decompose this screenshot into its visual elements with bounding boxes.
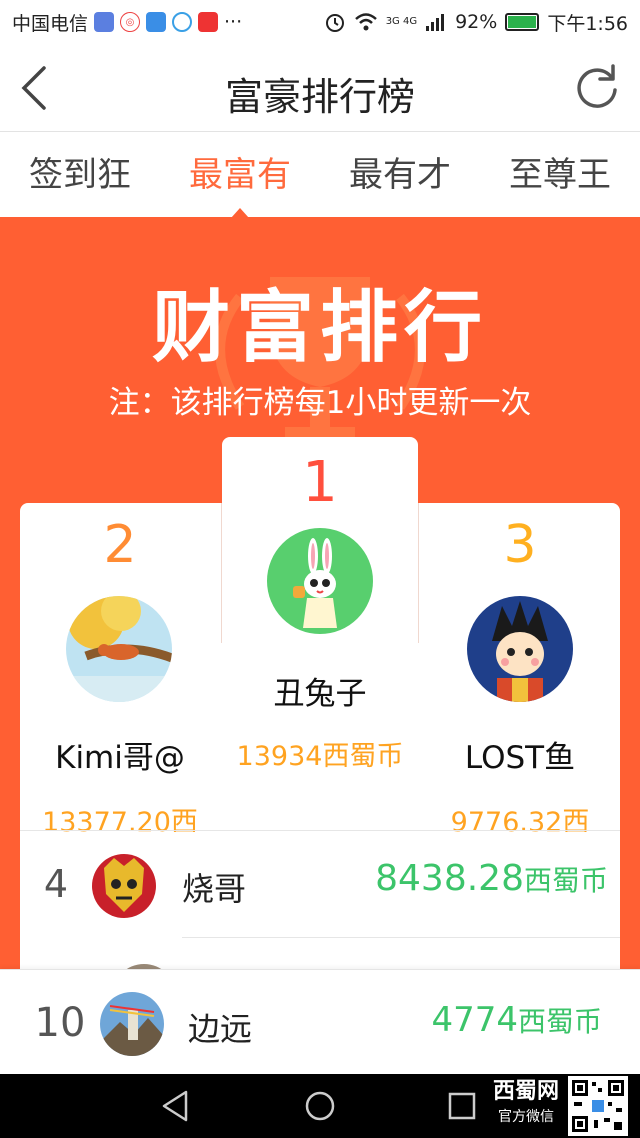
squirrel-avatar-icon bbox=[66, 596, 172, 702]
rank-1-coins: 13934西蜀币 bbox=[236, 741, 404, 772]
row-name: 烧哥 bbox=[182, 870, 247, 908]
network-type-label: 3G 4G bbox=[385, 16, 418, 27]
my-rank-row[interactable]: 10 边远 4774西蜀币 bbox=[0, 969, 640, 1074]
rank-3-avatar[interactable] bbox=[467, 596, 573, 702]
podium-divider-left bbox=[221, 503, 222, 643]
rank-3-number: 3 bbox=[503, 515, 537, 575]
tab-bar: 签到狂 最富有 最有才 至尊王 bbox=[0, 133, 640, 218]
watermark-caption: 官方微信 bbox=[498, 1109, 554, 1125]
watermark-text: 西蜀网 官方微信 bbox=[490, 1078, 562, 1128]
tab-richest-label: 最富有 bbox=[189, 155, 291, 195]
wifi-icon bbox=[354, 13, 377, 31]
battery-fill bbox=[508, 16, 536, 28]
cartoon-hero-avatar-icon bbox=[467, 596, 573, 702]
system-nav-bar: 西蜀网 官方微信 bbox=[0, 1074, 640, 1138]
alarm-icon bbox=[325, 14, 344, 32]
update-note: 注：该排行榜每1小时更新一次 bbox=[108, 385, 532, 421]
row-rank: 4 bbox=[43, 862, 69, 906]
toutiao-icon bbox=[198, 12, 219, 32]
rank-1-number: 1 bbox=[302, 450, 338, 515]
my-coins-unit: 西蜀币 bbox=[517, 1005, 602, 1038]
my-name: 边远 bbox=[188, 1010, 253, 1048]
battery-icon bbox=[505, 13, 540, 31]
row-coins-unit: 西蜀币 bbox=[523, 864, 608, 897]
notification-app-icon bbox=[94, 12, 115, 32]
tab-most-talented[interactable]: 最有才 bbox=[320, 133, 480, 217]
mask-avatar-icon bbox=[92, 854, 156, 918]
my-coins-amount: 4774 bbox=[431, 1000, 518, 1040]
list-item-partial bbox=[20, 938, 620, 1028]
rank-2-name: Kimi哥@ bbox=[55, 740, 185, 776]
my-avatar bbox=[100, 992, 164, 1056]
row-coins-amount: 8438.28 bbox=[375, 858, 524, 899]
list-item[interactable]: 4 烧哥 8438.28西蜀币 bbox=[20, 832, 620, 938]
weibo-icon: ◎ bbox=[120, 12, 141, 32]
back-triangle-icon[interactable] bbox=[158, 1088, 194, 1124]
rank-1-name: 丑兔子 bbox=[273, 676, 367, 712]
news-app-icon bbox=[146, 12, 167, 32]
battery-percent: 92% bbox=[455, 11, 498, 33]
watermark-brand: 西蜀网 bbox=[492, 1079, 559, 1104]
rank-2-avatar[interactable] bbox=[66, 596, 172, 702]
page-title: 富豪排行榜 bbox=[224, 75, 415, 119]
status-bar: 中国电信 ◎ ··· 3G 4G 92% 下午1:56 bbox=[0, 0, 640, 44]
home-circle-icon[interactable] bbox=[302, 1088, 338, 1124]
landscape-avatar-icon bbox=[100, 992, 164, 1056]
my-coins: 4774西蜀币 bbox=[431, 1000, 602, 1040]
rank-1-avatar[interactable] bbox=[267, 528, 373, 634]
rabbit-avatar-icon bbox=[267, 528, 373, 634]
banner-title: 财富排行 bbox=[151, 283, 488, 373]
tab-richest[interactable]: 最富有 bbox=[160, 133, 320, 218]
clock: 下午1:56 bbox=[547, 12, 628, 35]
row-coins: 8438.28西蜀币 bbox=[375, 858, 608, 899]
my-rank: 10 bbox=[34, 1000, 86, 1046]
row-avatar bbox=[92, 854, 156, 918]
recent-apps-square-icon[interactable] bbox=[444, 1088, 480, 1124]
podium-list-divider bbox=[20, 830, 620, 831]
browser-icon bbox=[172, 12, 193, 32]
refresh-icon[interactable] bbox=[572, 62, 622, 112]
rank-2-number: 2 bbox=[103, 515, 137, 575]
qr-code-icon bbox=[568, 1076, 628, 1136]
more-notifications-icon: ··· bbox=[224, 11, 243, 33]
signal-icon bbox=[426, 14, 445, 31]
carrier-label: 中国电信 bbox=[12, 12, 89, 35]
tab-sign-in[interactable]: 签到狂 bbox=[0, 133, 160, 217]
rank-3-name: LOST鱼 bbox=[464, 740, 576, 776]
nav-bar: 富豪排行榜 bbox=[0, 44, 640, 132]
podium-divider-right bbox=[418, 503, 419, 643]
tab-supreme[interactable]: 至尊王 bbox=[480, 133, 640, 217]
